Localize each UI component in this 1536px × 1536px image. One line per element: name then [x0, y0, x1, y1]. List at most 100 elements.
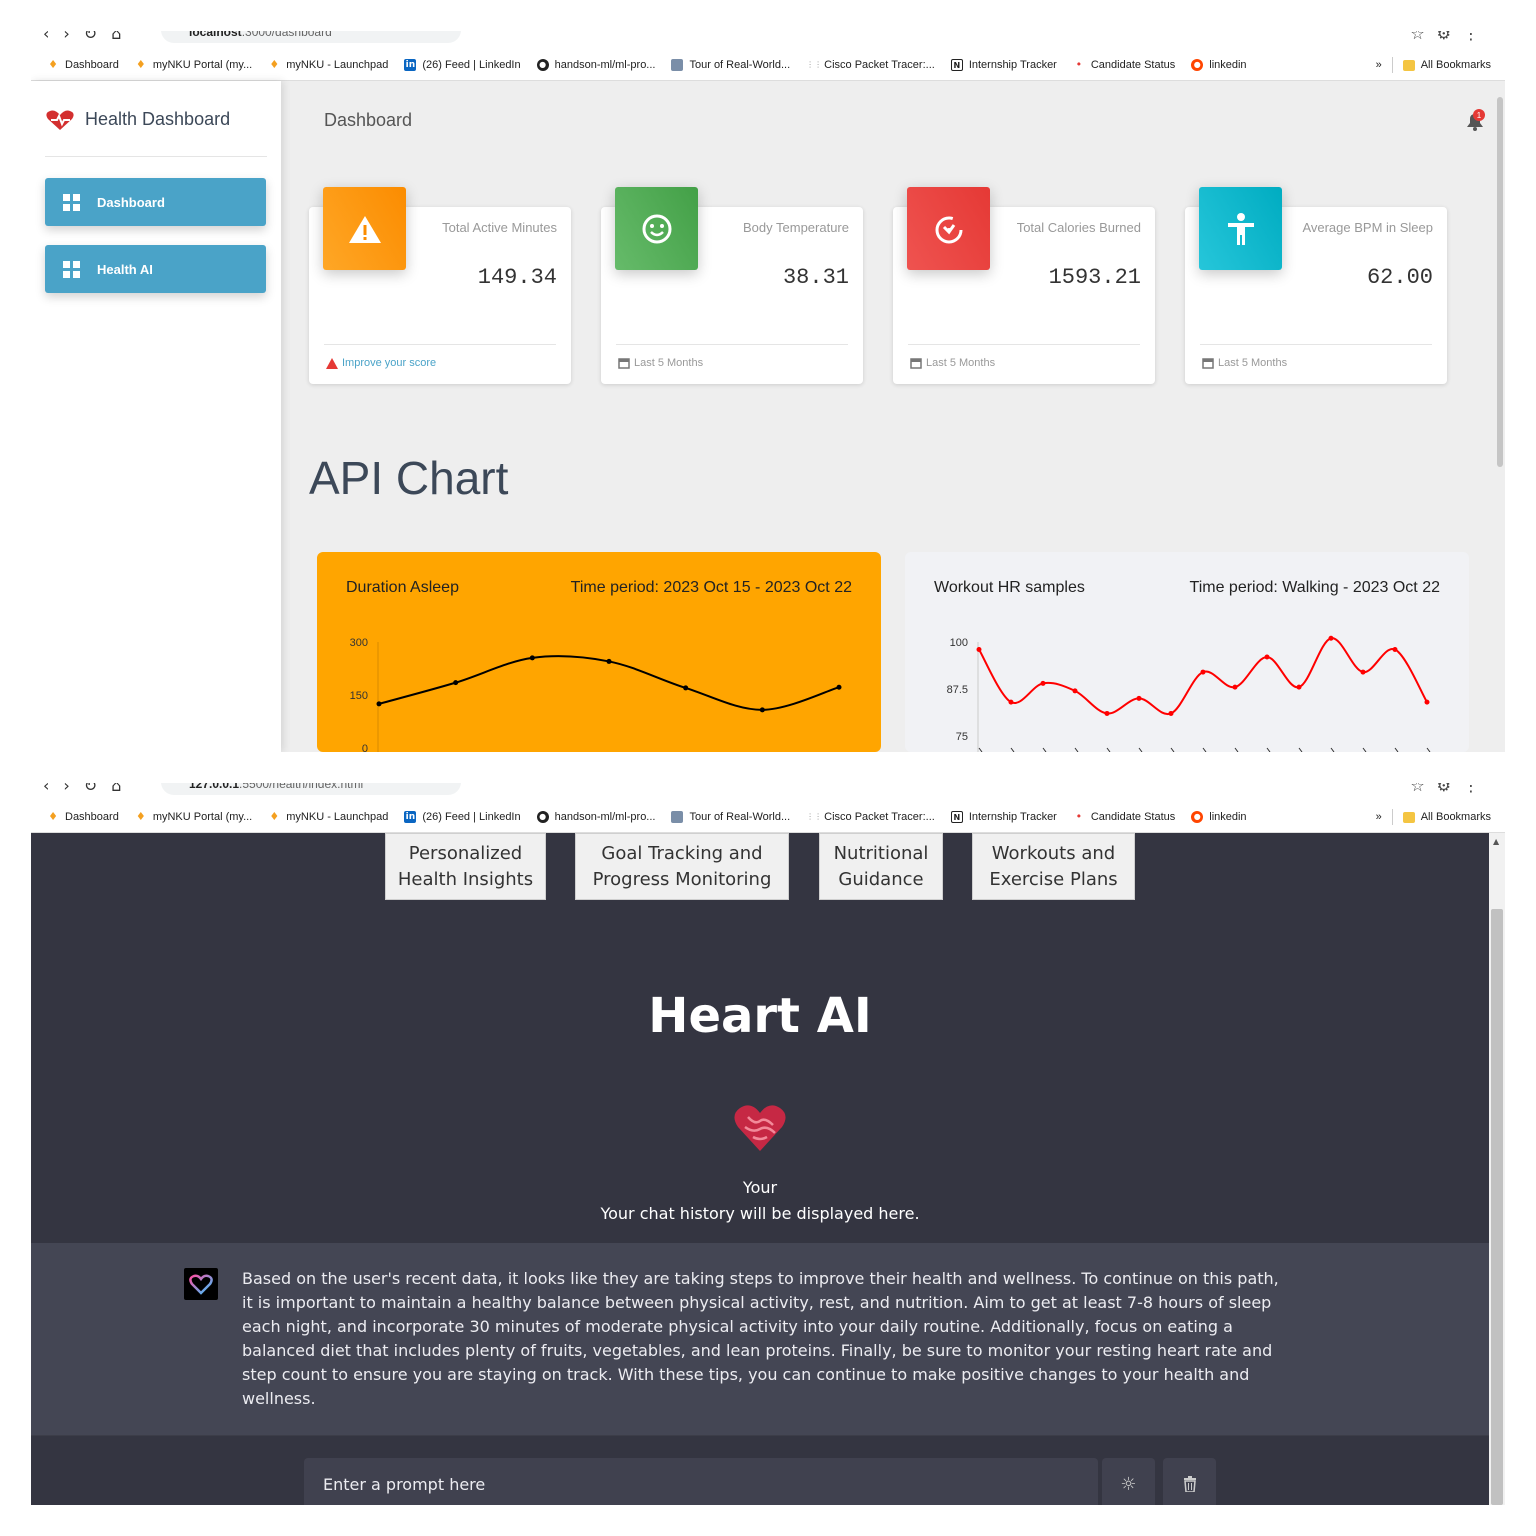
workouts-button[interactable]: Workouts and Exercise Plans — [972, 833, 1135, 900]
more-bookmarks-button[interactable]: » — [1376, 811, 1382, 823]
bookmark-label: myNKU - Launchpad — [286, 58, 389, 71]
heart-logo-icon — [734, 1105, 786, 1151]
bookmark[interactable]: in (26) Feed | LinkedIn — [404, 58, 521, 71]
x-tick-mark — [1170, 747, 1175, 752]
bookmark[interactable]: ● linkedin — [1191, 810, 1247, 823]
bookmark-label: Internship Tracker — [968, 810, 1057, 823]
bookmark[interactable]: ♦ myNKU - Launchpad — [268, 57, 389, 71]
divider — [616, 344, 848, 345]
data-point — [606, 658, 612, 664]
image-icon — [671, 810, 684, 823]
x-tick-mark — [1202, 747, 1207, 752]
bookmark[interactable]: ♦ Dashboard — [47, 810, 119, 823]
bookmarks-bar: ♦ Dashboard ♦ myNKU Portal (my... ♦ myNKU -… — [31, 49, 1505, 81]
dashboard-screenshot: ‹›↻⌂ localhost:3000/dashboard ☆⚙⋮ ♦ Dashb… — [31, 31, 1505, 752]
card-footer: Last 5 Months — [910, 357, 995, 369]
prompt-input[interactable]: Enter a prompt here — [304, 1458, 1098, 1505]
bookmark[interactable]: ♦ myNKU Portal (my... — [135, 810, 253, 823]
reddit-icon: ● — [1191, 58, 1204, 71]
bookmark[interactable]: in (26) Feed | LinkedIn — [404, 810, 521, 823]
browser-nav-icons[interactable]: ‹›↻⌂ — [43, 783, 135, 795]
trash-icon — [1183, 1476, 1196, 1492]
card-value: 149.34 — [477, 265, 557, 290]
y-tick-label: 300 — [350, 637, 368, 649]
divider — [324, 344, 556, 345]
chat-history-placeholder: Your chat history will be displayed here… — [600, 1204, 920, 1223]
chart-period: Time period: Walking - 2023 Oct 22 — [1189, 579, 1440, 596]
y-tick-label: 75 — [956, 731, 968, 743]
scrollbar-thumb[interactable] — [1497, 97, 1503, 467]
brand[interactable]: Health Dashboard — [45, 109, 267, 157]
card-label: Body Temperature — [743, 220, 849, 235]
notification-bell-icon[interactable]: 1 — [1463, 109, 1487, 133]
scrollbar[interactable]: ▲ — [1489, 833, 1505, 1505]
sun-icon: ☼ — [1120, 1473, 1137, 1495]
data-point — [1296, 684, 1302, 690]
data-point — [1072, 688, 1078, 694]
sidebar: Health Dashboard Dashboard Health AI — [31, 81, 281, 752]
card-icon-tile — [907, 187, 990, 270]
chart-title: Workout HR samples — [934, 579, 1085, 596]
data-point — [376, 701, 382, 707]
bookmark[interactable]: • Candidate Status — [1073, 58, 1176, 71]
series-line — [378, 655, 840, 711]
bookmarks-right: » All Bookmarks — [1376, 801, 1491, 833]
bookmark[interactable]: ♦ myNKU Portal (my... — [135, 58, 252, 71]
y-tick-label: 150 — [350, 690, 368, 702]
timer-icon — [935, 216, 962, 243]
bookmark[interactable]: Tour of Real-World... — [671, 58, 790, 71]
folder-icon — [1402, 59, 1415, 71]
notion-icon: N — [950, 810, 963, 823]
sidebar-item-health-ai[interactable]: Health AI — [45, 245, 266, 293]
bookmark-label: Tour of Real-World... — [689, 810, 791, 823]
bookmark[interactable]: Tour of Real-World... — [671, 810, 791, 823]
y-tick-label: 100 — [950, 637, 968, 649]
bookmark[interactable]: ♦ Dashboard — [47, 58, 119, 71]
bookmark[interactable]: • Candidate Status — [1073, 810, 1176, 823]
divider — [1200, 344, 1432, 345]
linkedin-icon: in — [404, 58, 417, 71]
x-tick-mark — [1106, 747, 1111, 752]
bookmark[interactable]: ● handson-ml/ml-pro... — [536, 58, 656, 71]
more-bookmarks-button[interactable]: » — [1376, 59, 1382, 71]
scrollbar[interactable] — [1495, 81, 1505, 752]
bookmark[interactable]: N Internship Tracker — [950, 58, 1057, 71]
bookmark-label: myNKU Portal (my... — [152, 810, 253, 823]
x-tick-mark — [1138, 747, 1143, 752]
scroll-up-icon[interactable]: ▲ — [1493, 837, 1499, 846]
card-footer[interactable]: Improve your score — [326, 357, 436, 369]
sidebar-item-label: Dashboard — [97, 194, 165, 210]
flame-icon: ♦ — [269, 57, 280, 71]
bookmark[interactable]: ● handson-ml/ml-pro... — [536, 810, 656, 823]
x-tick-mark — [1074, 747, 1079, 752]
nutritional-guidance-button[interactable]: Nutritional Guidance — [819, 833, 943, 900]
bookmark-label: handson-ml/ml-pro... — [554, 58, 656, 71]
bookmark-label: handson-ml/ml-pro... — [554, 810, 656, 823]
y-tick-label: 87.5 — [947, 684, 968, 696]
card-footer-text: Last 5 Months — [1218, 357, 1288, 369]
browser-nav-icons[interactable]: ‹›↻⌂ — [43, 31, 135, 43]
all-bookmarks-button[interactable]: All Bookmarks — [1421, 59, 1491, 71]
bookmark[interactable]: N Internship Tracker — [950, 810, 1057, 823]
theme-toggle-button[interactable]: ☼ — [1102, 1458, 1155, 1505]
data-point — [1200, 669, 1206, 675]
all-bookmarks-button[interactable]: All Bookmarks — [1421, 811, 1491, 823]
bookmark[interactable]: ⋮⋮ Cisco Packet Tracer:... — [806, 811, 935, 823]
data-point — [1168, 710, 1174, 716]
y-tick-label: 0 — [362, 743, 368, 752]
sidebar-item-dashboard[interactable]: Dashboard — [45, 178, 266, 226]
bookmark[interactable]: ⋮⋮ Cisco Packet Tracer:... — [806, 59, 935, 71]
data-point — [683, 685, 689, 691]
goal-tracking-button[interactable]: Goal Tracking and Progress Monitoring — [575, 833, 789, 900]
page-title: Dashboard — [324, 110, 413, 130]
browser-toolbar-icons[interactable]: ☆⚙⋮ — [1410, 31, 1491, 43]
divider — [908, 344, 1140, 345]
browser-toolbar-icons[interactable]: ☆⚙⋮ — [1410, 783, 1491, 795]
card-icon-tile — [1199, 187, 1282, 270]
bookmark[interactable]: ♦ myNKU - Launchpad — [268, 810, 388, 823]
bookmark[interactable]: ● linkedin — [1191, 58, 1247, 71]
x-tick-mark — [1362, 747, 1367, 752]
personalized-insights-button[interactable]: Personalized Health Insights — [385, 833, 546, 900]
delete-chat-button[interactable] — [1163, 1458, 1216, 1505]
scrollbar-thumb[interactable] — [1491, 909, 1503, 1505]
